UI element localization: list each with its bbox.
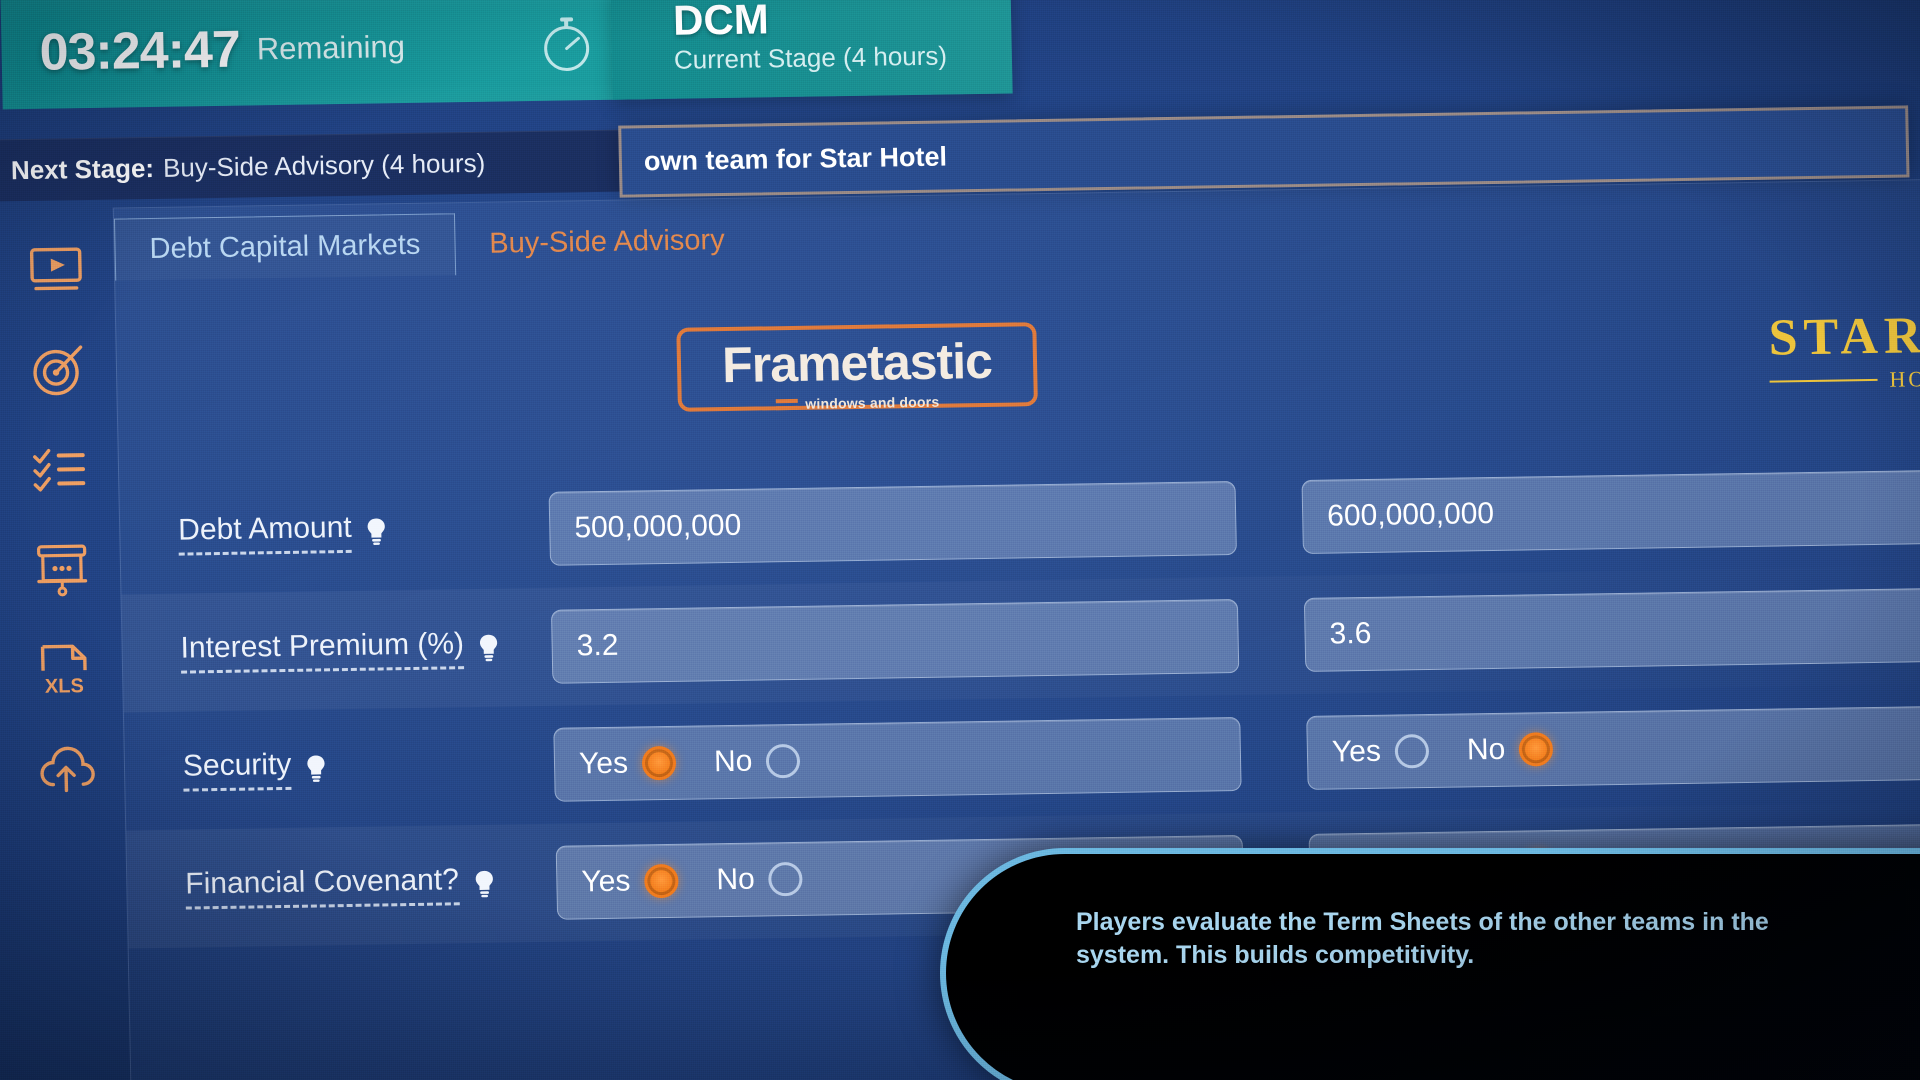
frametastic-bars-icon [776, 398, 799, 410]
logo-row: Frametastic windows and doors STAR ★ HOT… [116, 299, 1920, 458]
radio-dot-selected[interactable] [644, 863, 679, 899]
tab-buy-side-advisory[interactable]: Buy-Side Advisory [455, 208, 760, 275]
radio-yes[interactable]: Yes [1332, 734, 1430, 770]
radio-group: Yes No [578, 743, 801, 782]
timer-value: 03:24:47 [39, 20, 241, 82]
radio-label: Yes [581, 864, 631, 899]
sidebar-item-objectives[interactable] [28, 340, 87, 399]
tab-debt-capital-markets[interactable]: Debt Capital Markets [113, 213, 456, 281]
radio-dot[interactable] [768, 861, 804, 897]
star-hotel-sublabel: HOTEL [1889, 365, 1920, 392]
lightbulb-icon[interactable] [365, 516, 388, 546]
radio-dot-selected[interactable] [641, 745, 677, 781]
interest-premium-input-b[interactable]: 3.6 [1303, 587, 1920, 672]
tab-label: Buy-Side Advisory [489, 223, 725, 260]
video-player-icon [26, 240, 85, 299]
sidebar-rail: XLS [7, 240, 114, 799]
field-label: Financial Covenant? [185, 863, 460, 910]
radio-yes[interactable]: Yes [578, 745, 677, 782]
sidebar-item-video[interactable] [26, 240, 85, 299]
radio-group: Yes No [1332, 732, 1554, 769]
lightbulb-icon[interactable] [473, 869, 496, 899]
radio-label: Yes [578, 746, 629, 781]
next-stage-bar: Next Stage: Buy-Side Advisory (4 hours) [0, 129, 620, 202]
security-radios-b: Yes No [1306, 705, 1920, 790]
label-cell: Security [125, 744, 555, 793]
radio-dot-selected[interactable] [1518, 732, 1554, 767]
radio-dot[interactable] [766, 743, 801, 779]
radio-label: No [1466, 732, 1506, 767]
tab-label: Debt Capital Markets [149, 228, 421, 266]
radio-label: No [713, 744, 753, 779]
cloud-upload-icon [36, 740, 95, 799]
tab-bar: Debt Capital Markets Buy-Side Advisory [113, 208, 760, 281]
sidebar-item-xls[interactable]: XLS [34, 640, 93, 699]
callout-text: Players evaluate the Term Sheets of the … [1076, 908, 1769, 969]
frametastic-wordmark: Frametastic [721, 332, 993, 394]
current-stage-badge: DCM Current Stage (4 hours) [610, 0, 1013, 100]
frametastic-tagline: windows and doors [805, 393, 940, 412]
lightbulb-icon[interactable] [478, 633, 501, 663]
label-cell: Financial Covenant? [127, 862, 557, 911]
checklist-icon [30, 440, 89, 499]
radio-no[interactable]: No [716, 861, 804, 897]
annotation-callout: Players evaluate the Term Sheets of the … [940, 848, 1920, 1080]
field-label: Security [182, 747, 292, 792]
star-hotel-logo: STAR ★ HOTEL [1768, 307, 1920, 394]
debt-amount-input-b[interactable]: 600,000,000 [1301, 469, 1920, 554]
radio-no[interactable]: No [1467, 732, 1554, 767]
stopwatch-icon [537, 11, 596, 79]
radio-dot[interactable] [1394, 734, 1430, 769]
sidebar-item-upload[interactable] [36, 740, 95, 799]
radio-label: No [716, 862, 756, 897]
field-label: Interest Premium (%) [180, 627, 465, 674]
field-value: 3.2 [576, 628, 619, 663]
interest-premium-input-a[interactable]: 3.2 [551, 598, 1240, 684]
sidebar-item-checklist[interactable] [30, 440, 89, 499]
label-cell: Interest Premium (%) [122, 626, 552, 675]
stage-name: DCM [672, 0, 770, 44]
target-icon [28, 340, 87, 399]
star-hotel-subrow: HOTEL [1769, 365, 1920, 394]
radio-yes[interactable]: Yes [581, 863, 679, 900]
star-hotel-wordmark: STAR [1768, 307, 1920, 367]
label-cell: Debt Amount [120, 508, 550, 557]
svg-text:XLS: XLS [45, 675, 84, 698]
radio-label: Yes [1331, 734, 1382, 769]
presentation-board-icon [32, 540, 91, 599]
radio-no[interactable]: No [713, 743, 801, 779]
stage-subtitle: Current Stage (4 hours) [673, 40, 948, 75]
divider-rule [1769, 378, 1878, 383]
xls-file-icon: XLS [34, 640, 93, 699]
timer-label: Remaining [256, 29, 406, 67]
security-radios-a: Yes No [553, 716, 1242, 802]
field-label: Debt Amount [177, 510, 353, 556]
top-bar: 03:24:47 Remaining DCM Current Stage (4 … [0, 0, 1920, 202]
star-hotel-wordmark-row: STAR ★ [1768, 307, 1920, 367]
countdown-timer: 03:24:47 Remaining [0, 0, 653, 110]
field-value: 3.6 [1329, 616, 1372, 651]
debt-amount-input-a[interactable]: 500,000,000 [548, 481, 1238, 566]
sidebar-item-presentation[interactable] [32, 540, 91, 599]
radio-group: Yes No [581, 861, 804, 900]
field-value: 600,000,000 [1326, 496, 1495, 533]
field-value: 500,000,000 [574, 508, 742, 545]
screen-surface: 03:24:47 Remaining DCM Current Stage (4 … [0, 0, 1920, 1080]
next-stage-label: Next Stage: [10, 152, 155, 186]
lightbulb-icon[interactable] [305, 753, 328, 783]
banner-text: own team for Star Hotel [643, 141, 948, 176]
next-stage-value: Buy-Side Advisory (4 hours) [162, 147, 486, 183]
